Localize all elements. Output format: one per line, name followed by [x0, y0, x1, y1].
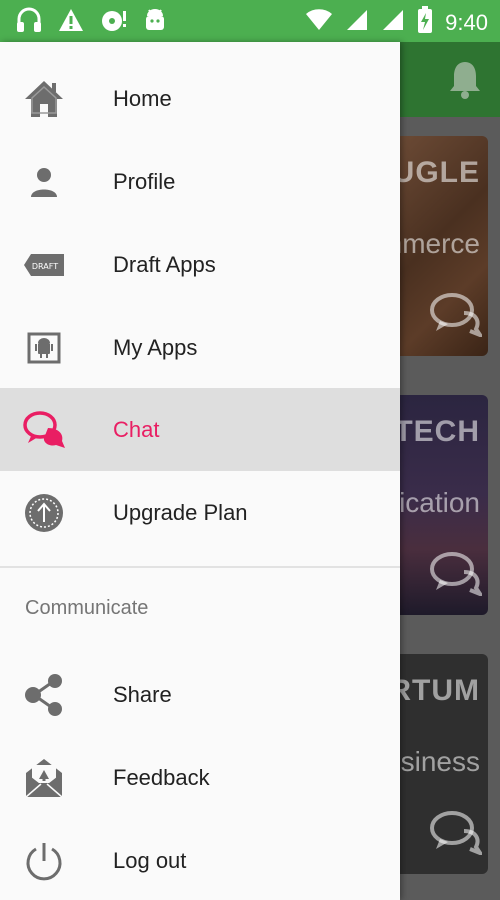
- menu-item-chat[interactable]: Chat: [0, 388, 400, 471]
- menu-item-label: Draft Apps: [113, 252, 216, 277]
- draft-tag-icon: DRAFT: [22, 243, 66, 287]
- battery-charging-icon: [417, 6, 433, 39]
- menu-item-label: Share: [113, 682, 172, 707]
- upgrade-icon: [22, 491, 66, 535]
- card-title: TECH: [400, 415, 480, 448]
- warning-icon: [58, 7, 84, 38]
- menu-item-label: Home: [113, 86, 172, 111]
- chat-icon: [428, 550, 486, 601]
- notification-icons: [16, 6, 166, 39]
- headphones-icon: [16, 6, 42, 39]
- background-toolbar: [400, 42, 500, 117]
- chat-icon: [428, 291, 486, 342]
- chat-icon: [428, 809, 486, 860]
- home-icon: [22, 77, 66, 121]
- divider: [0, 566, 400, 568]
- system-status: 9:40: [305, 6, 488, 39]
- menu-item-share[interactable]: Share: [0, 653, 400, 736]
- background-app: UGLE nmerce TECH ication RTUM siness: [400, 42, 500, 900]
- signal-icon: [381, 8, 405, 37]
- menu-item-label: Chat: [113, 417, 160, 442]
- android-icon: [144, 8, 166, 37]
- menu-item-feedback[interactable]: Feedback: [0, 736, 400, 819]
- card-subtitle: siness: [400, 746, 480, 777]
- clock: 9:40: [445, 9, 488, 35]
- section-header: Communicate: [25, 597, 149, 619]
- chat-icon: [22, 408, 66, 452]
- wifi-icon: [305, 8, 333, 37]
- menu-item-label: Profile: [113, 169, 176, 194]
- draft-tag-text: DRAFT: [32, 262, 58, 271]
- menu-item-label: Log out: [113, 848, 187, 873]
- card-title: UGLE: [400, 156, 480, 189]
- bell-icon[interactable]: [448, 58, 482, 105]
- navigation-drawer: Home Profile DRAFT Draft Apps My Apps Ch…: [0, 42, 400, 900]
- background-card[interactable]: TECH ication: [400, 395, 488, 615]
- share-icon: [22, 673, 66, 717]
- menu-item-label: Feedback: [113, 765, 210, 790]
- card-subtitle: ication: [400, 487, 480, 518]
- menu-item-label: My Apps: [113, 335, 198, 360]
- menu-item-draft-apps[interactable]: DRAFT Draft Apps: [0, 223, 400, 306]
- background-card[interactable]: RTUM siness: [400, 654, 488, 874]
- status-bar: 9:40: [0, 0, 500, 42]
- menu-item-label: Upgrade Plan: [113, 500, 248, 525]
- menu-item-home[interactable]: Home: [0, 57, 400, 140]
- power-icon: [22, 839, 66, 883]
- menu-item-my-apps[interactable]: My Apps: [0, 306, 400, 389]
- menu-item-profile[interactable]: Profile: [0, 140, 400, 223]
- card-title: RTUM: [400, 674, 480, 707]
- background-card[interactable]: UGLE nmerce: [400, 136, 488, 356]
- signal-icon: [345, 8, 369, 37]
- card-subtitle: nmerce: [400, 228, 480, 259]
- menu-item-log-out[interactable]: Log out: [0, 819, 400, 900]
- disc-icon: [100, 7, 128, 38]
- menu-item-upgrade-plan[interactable]: Upgrade Plan: [0, 471, 400, 554]
- feedback-mail-icon: [22, 756, 66, 800]
- person-icon: [22, 160, 66, 204]
- android-box-icon: [22, 326, 66, 370]
